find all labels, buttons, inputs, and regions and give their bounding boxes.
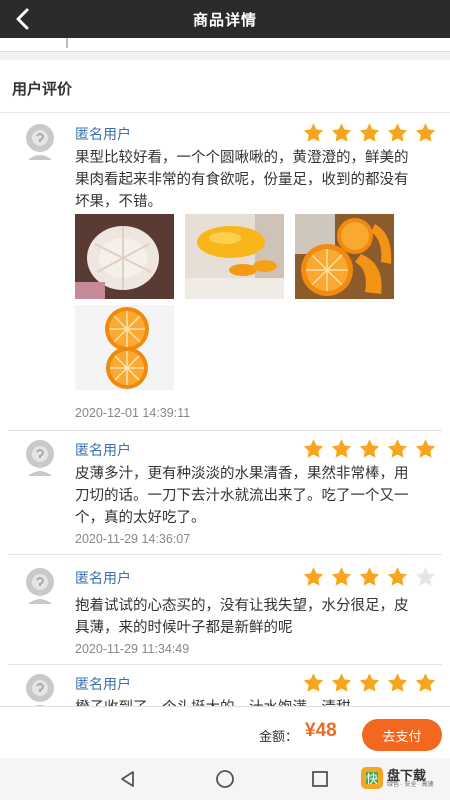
star-filled-icon xyxy=(331,123,352,142)
avatar xyxy=(22,438,58,478)
star-filled-icon xyxy=(359,673,380,692)
orange-halves-photo[interactable] xyxy=(75,305,174,390)
section-title: 用户评价 xyxy=(12,81,73,98)
nav-home-button[interactable] xyxy=(212,766,238,792)
system-nav-bar: 快 盘下载 绿色 · 安全 · 高速 xyxy=(0,758,450,800)
circle-home-icon xyxy=(216,770,234,788)
star-filled-icon xyxy=(359,567,380,586)
chevron-left-icon xyxy=(16,8,29,30)
star-filled-icon xyxy=(387,567,408,586)
rating-stars xyxy=(302,672,437,694)
square-recents-icon xyxy=(312,771,328,787)
cut-orange-slices-photo[interactable] xyxy=(295,214,394,299)
star-filled-icon xyxy=(303,123,324,142)
star-filled-icon xyxy=(303,567,324,586)
total-amount: ¥48 xyxy=(305,720,337,741)
divider xyxy=(0,112,450,113)
amount-label: 金额： xyxy=(259,729,299,744)
app-header: 商品详情 xyxy=(0,0,450,38)
download-site-logo-icon: 快 xyxy=(361,767,383,789)
reviewer-name: 匿名用户 xyxy=(75,442,131,458)
star-filled-icon xyxy=(415,439,436,458)
review-text: 皮薄多汁，更有种淡淡的水果清香，果然非常棒，用刀切的话。一刀下去汁水就流出来了。… xyxy=(75,466,409,526)
user-avatar-icon xyxy=(26,124,54,160)
watermark-title: 盘下载 xyxy=(387,767,427,783)
watermark-subtitle: 绿色 · 安全 · 高速 xyxy=(387,781,434,788)
divider xyxy=(8,430,442,431)
reviewer-name: 匿名用户 xyxy=(75,126,131,142)
pay-button[interactable]: 去支付 xyxy=(362,719,442,751)
divider xyxy=(8,664,442,665)
divider xyxy=(8,554,442,555)
top-strip xyxy=(0,38,450,52)
star-filled-icon xyxy=(359,439,380,458)
star-filled-icon xyxy=(303,673,324,692)
rating-stars xyxy=(302,122,437,144)
star-filled-icon xyxy=(331,567,352,586)
yellow-oranges-photo[interactable] xyxy=(185,214,284,299)
reviewer-name: 匿名用户 xyxy=(75,570,131,586)
user-avatar-icon xyxy=(26,568,54,604)
avatar xyxy=(22,122,58,162)
star-filled-icon xyxy=(303,439,324,458)
triangle-back-icon xyxy=(121,771,134,787)
star-filled-icon xyxy=(387,673,408,692)
star-filled-icon xyxy=(415,673,436,692)
reviews-card: 用户评价 匿名用户 果型比较好看，一个个圆啾啾的，黄澄澄的，鲜美的果肉看起来非常… xyxy=(0,60,450,720)
review-time: 2020-11-29 14:36:07 xyxy=(75,532,191,546)
star-filled-icon xyxy=(387,439,408,458)
watermark: 快 盘下载 绿色 · 安全 · 高速 xyxy=(360,766,434,790)
star-filled-icon xyxy=(331,673,352,692)
page-title: 商品详情 xyxy=(192,11,257,29)
watermark-logo-text: 快 xyxy=(366,772,378,786)
rating-stars xyxy=(302,566,437,588)
peeled-orange-photo[interactable] xyxy=(75,214,174,299)
review-text: 抱着试试的心态买的，没有让我失望，水分很足，皮具薄，来的时候叶子都是新鲜的呢 xyxy=(75,598,409,636)
nav-recents-button[interactable] xyxy=(307,766,333,792)
divider xyxy=(66,38,68,48)
star-empty-icon xyxy=(415,567,436,586)
rating-stars xyxy=(302,438,437,460)
avatar xyxy=(22,566,58,606)
checkout-bar: 金额： ¥48 去支付 xyxy=(0,706,450,758)
star-filled-icon xyxy=(331,439,352,458)
star-filled-icon xyxy=(359,123,380,142)
user-avatar-icon xyxy=(26,440,54,476)
review-text: 果型比较好看，一个个圆啾啾的，黄澄澄的，鲜美的果肉看起来非常的有食欲呢，份量足，… xyxy=(75,150,409,210)
review-time: 2020-12-01 14:39:11 xyxy=(75,406,191,420)
reviewer-name: 匿名用户 xyxy=(75,676,131,692)
review-time: 2020-11-29 11:34:49 xyxy=(75,642,190,656)
star-filled-icon xyxy=(415,123,436,142)
back-button[interactable] xyxy=(8,4,38,34)
nav-back-button[interactable] xyxy=(115,766,141,792)
star-filled-icon xyxy=(387,123,408,142)
